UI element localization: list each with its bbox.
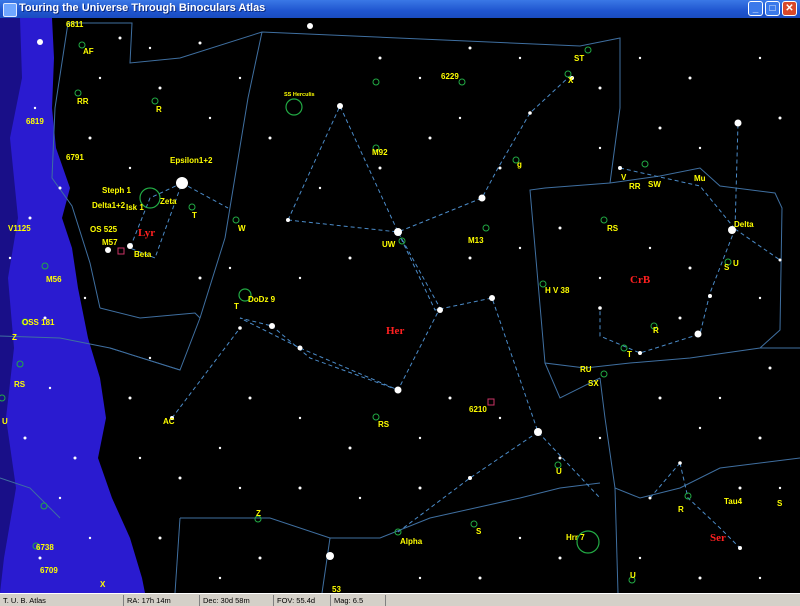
planetary-nebula-markers bbox=[117, 247, 495, 406]
label-alpha[interactable]: Alpha bbox=[400, 537, 423, 546]
constellation-figures bbox=[129, 75, 781, 549]
label-r-crb[interactable]: R bbox=[653, 326, 659, 335]
star-map[interactable]: 6811 AF RR R 6819 6791 Epsilon1+2 Steph … bbox=[0, 18, 800, 593]
label-af[interactable]: AF bbox=[83, 47, 94, 56]
label-x-her[interactable]: X bbox=[568, 76, 574, 85]
close-button[interactable]: ✕ bbox=[782, 1, 797, 16]
label-t-lyr[interactable]: T bbox=[192, 211, 197, 220]
label-oss-181[interactable]: OSS 181 bbox=[22, 318, 55, 327]
constellation-names: Lyr Her CrB Ser bbox=[138, 227, 726, 544]
app-icon[interactable] bbox=[3, 3, 17, 17]
label-x-aql[interactable]: X bbox=[100, 580, 106, 589]
label-m56[interactable]: M56 bbox=[46, 275, 62, 284]
label-u-crb[interactable]: U bbox=[733, 259, 739, 268]
label-u-cyg[interactable]: U bbox=[2, 417, 8, 426]
label-6210[interactable]: 6210 bbox=[469, 405, 487, 414]
label-6709[interactable]: 6709 bbox=[40, 566, 58, 575]
status-mag: Mag: 6.5 bbox=[330, 595, 385, 606]
label-mu[interactable]: Mu bbox=[694, 174, 706, 183]
minimize-button[interactable]: _ bbox=[748, 1, 763, 16]
status-spare bbox=[385, 595, 800, 606]
label-m57[interactable]: M57 bbox=[102, 238, 118, 247]
label-m13[interactable]: M13 bbox=[468, 236, 484, 245]
label-r-ser[interactable]: R bbox=[678, 505, 684, 514]
label-delta-boo[interactable]: Delta bbox=[734, 220, 754, 229]
label-sx[interactable]: SX bbox=[588, 379, 599, 388]
status-dec: Dec: 30d 58m bbox=[199, 595, 273, 606]
label-delta-lyr[interactable]: Delta1+2 bbox=[92, 201, 126, 210]
label-rs-her[interactable]: RS bbox=[378, 420, 390, 429]
label-t-crb[interactable]: T bbox=[627, 350, 632, 359]
label-m92[interactable]: M92 bbox=[372, 148, 388, 157]
label-os-525[interactable]: OS 525 bbox=[90, 225, 118, 234]
label-tau4[interactable]: Tau4 bbox=[724, 497, 743, 506]
label-u-her[interactable]: U bbox=[556, 467, 562, 476]
label-dodz-9[interactable]: DoDz 9 bbox=[248, 295, 276, 304]
label-ss-herculis[interactable]: SS Herculis bbox=[284, 92, 315, 98]
label-z-her[interactable]: Z bbox=[256, 509, 261, 518]
label-s-crb[interactable]: S bbox=[724, 263, 730, 272]
label-rs-crb[interactable]: RS bbox=[607, 224, 619, 233]
stars bbox=[8, 23, 782, 580]
constellation-crb[interactable]: CrB bbox=[630, 274, 651, 286]
label-rs-cyg[interactable]: RS bbox=[14, 380, 26, 389]
label-6229[interactable]: 6229 bbox=[441, 72, 459, 81]
label-g[interactable]: g bbox=[517, 160, 522, 169]
star-map-canvas[interactable]: 6811 AF RR R 6819 6791 Epsilon1+2 Steph … bbox=[0, 18, 800, 593]
label-53[interactable]: 53 bbox=[332, 585, 341, 593]
maximize-button[interactable]: □ bbox=[765, 1, 780, 16]
label-s-her[interactable]: S bbox=[476, 527, 482, 536]
constellation-lyr[interactable]: Lyr bbox=[138, 227, 155, 239]
label-z-cyg[interactable]: Z bbox=[12, 333, 17, 342]
label-h-v-38[interactable]: H V 38 bbox=[545, 286, 570, 295]
label-t-her[interactable]: T bbox=[234, 302, 239, 311]
label-r[interactable]: R bbox=[156, 105, 162, 114]
label-6738[interactable]: 6738 bbox=[36, 543, 54, 552]
status-bar: T. U. B. Atlas RA: 17h 14m Dec: 30d 58m … bbox=[0, 593, 800, 606]
window-title: Touring the Universe Through Binoculars … bbox=[19, 2, 266, 14]
milky-way bbox=[0, 18, 145, 593]
label-st[interactable]: ST bbox=[574, 54, 584, 63]
label-sw[interactable]: SW bbox=[648, 180, 661, 189]
constellation-her[interactable]: Her bbox=[386, 325, 404, 337]
label-ru[interactable]: RU bbox=[580, 365, 592, 374]
label-6811[interactable]: 6811 bbox=[66, 20, 84, 29]
status-fov: FOV: 55.4d bbox=[273, 595, 330, 606]
label-u-ser[interactable]: U bbox=[630, 571, 636, 580]
label-isk-1[interactable]: Isk 1 bbox=[126, 203, 144, 212]
label-rr[interactable]: RR bbox=[77, 97, 89, 106]
label-zeta[interactable]: Zeta bbox=[160, 197, 177, 206]
label-hrr-7[interactable]: Hrr 7 bbox=[566, 533, 585, 542]
label-epsilon[interactable]: Epsilon1+2 bbox=[170, 156, 213, 165]
constellation-ser[interactable]: Ser bbox=[710, 532, 726, 544]
label-6819[interactable]: 6819 bbox=[26, 117, 44, 126]
label-uw[interactable]: UW bbox=[382, 240, 396, 249]
label-s-ser[interactable]: S bbox=[777, 499, 783, 508]
label-v1125[interactable]: V1125 bbox=[8, 224, 31, 233]
label-6791[interactable]: 6791 bbox=[66, 153, 84, 162]
status-app: T. U. B. Atlas bbox=[3, 596, 46, 605]
label-v-crb[interactable]: V bbox=[621, 173, 627, 182]
object-labels: 6811 AF RR R 6819 6791 Epsilon1+2 Steph … bbox=[2, 20, 783, 593]
label-beta[interactable]: Beta bbox=[134, 250, 152, 259]
status-ra: RA: 17h 14m bbox=[123, 595, 199, 606]
label-ac[interactable]: AC bbox=[163, 417, 175, 426]
label-steph-1[interactable]: Steph 1 bbox=[102, 186, 131, 195]
title-bar: Touring the Universe Through Binoculars … bbox=[0, 0, 800, 18]
label-rr-crb[interactable]: RR bbox=[629, 182, 641, 191]
label-w[interactable]: W bbox=[238, 224, 246, 233]
